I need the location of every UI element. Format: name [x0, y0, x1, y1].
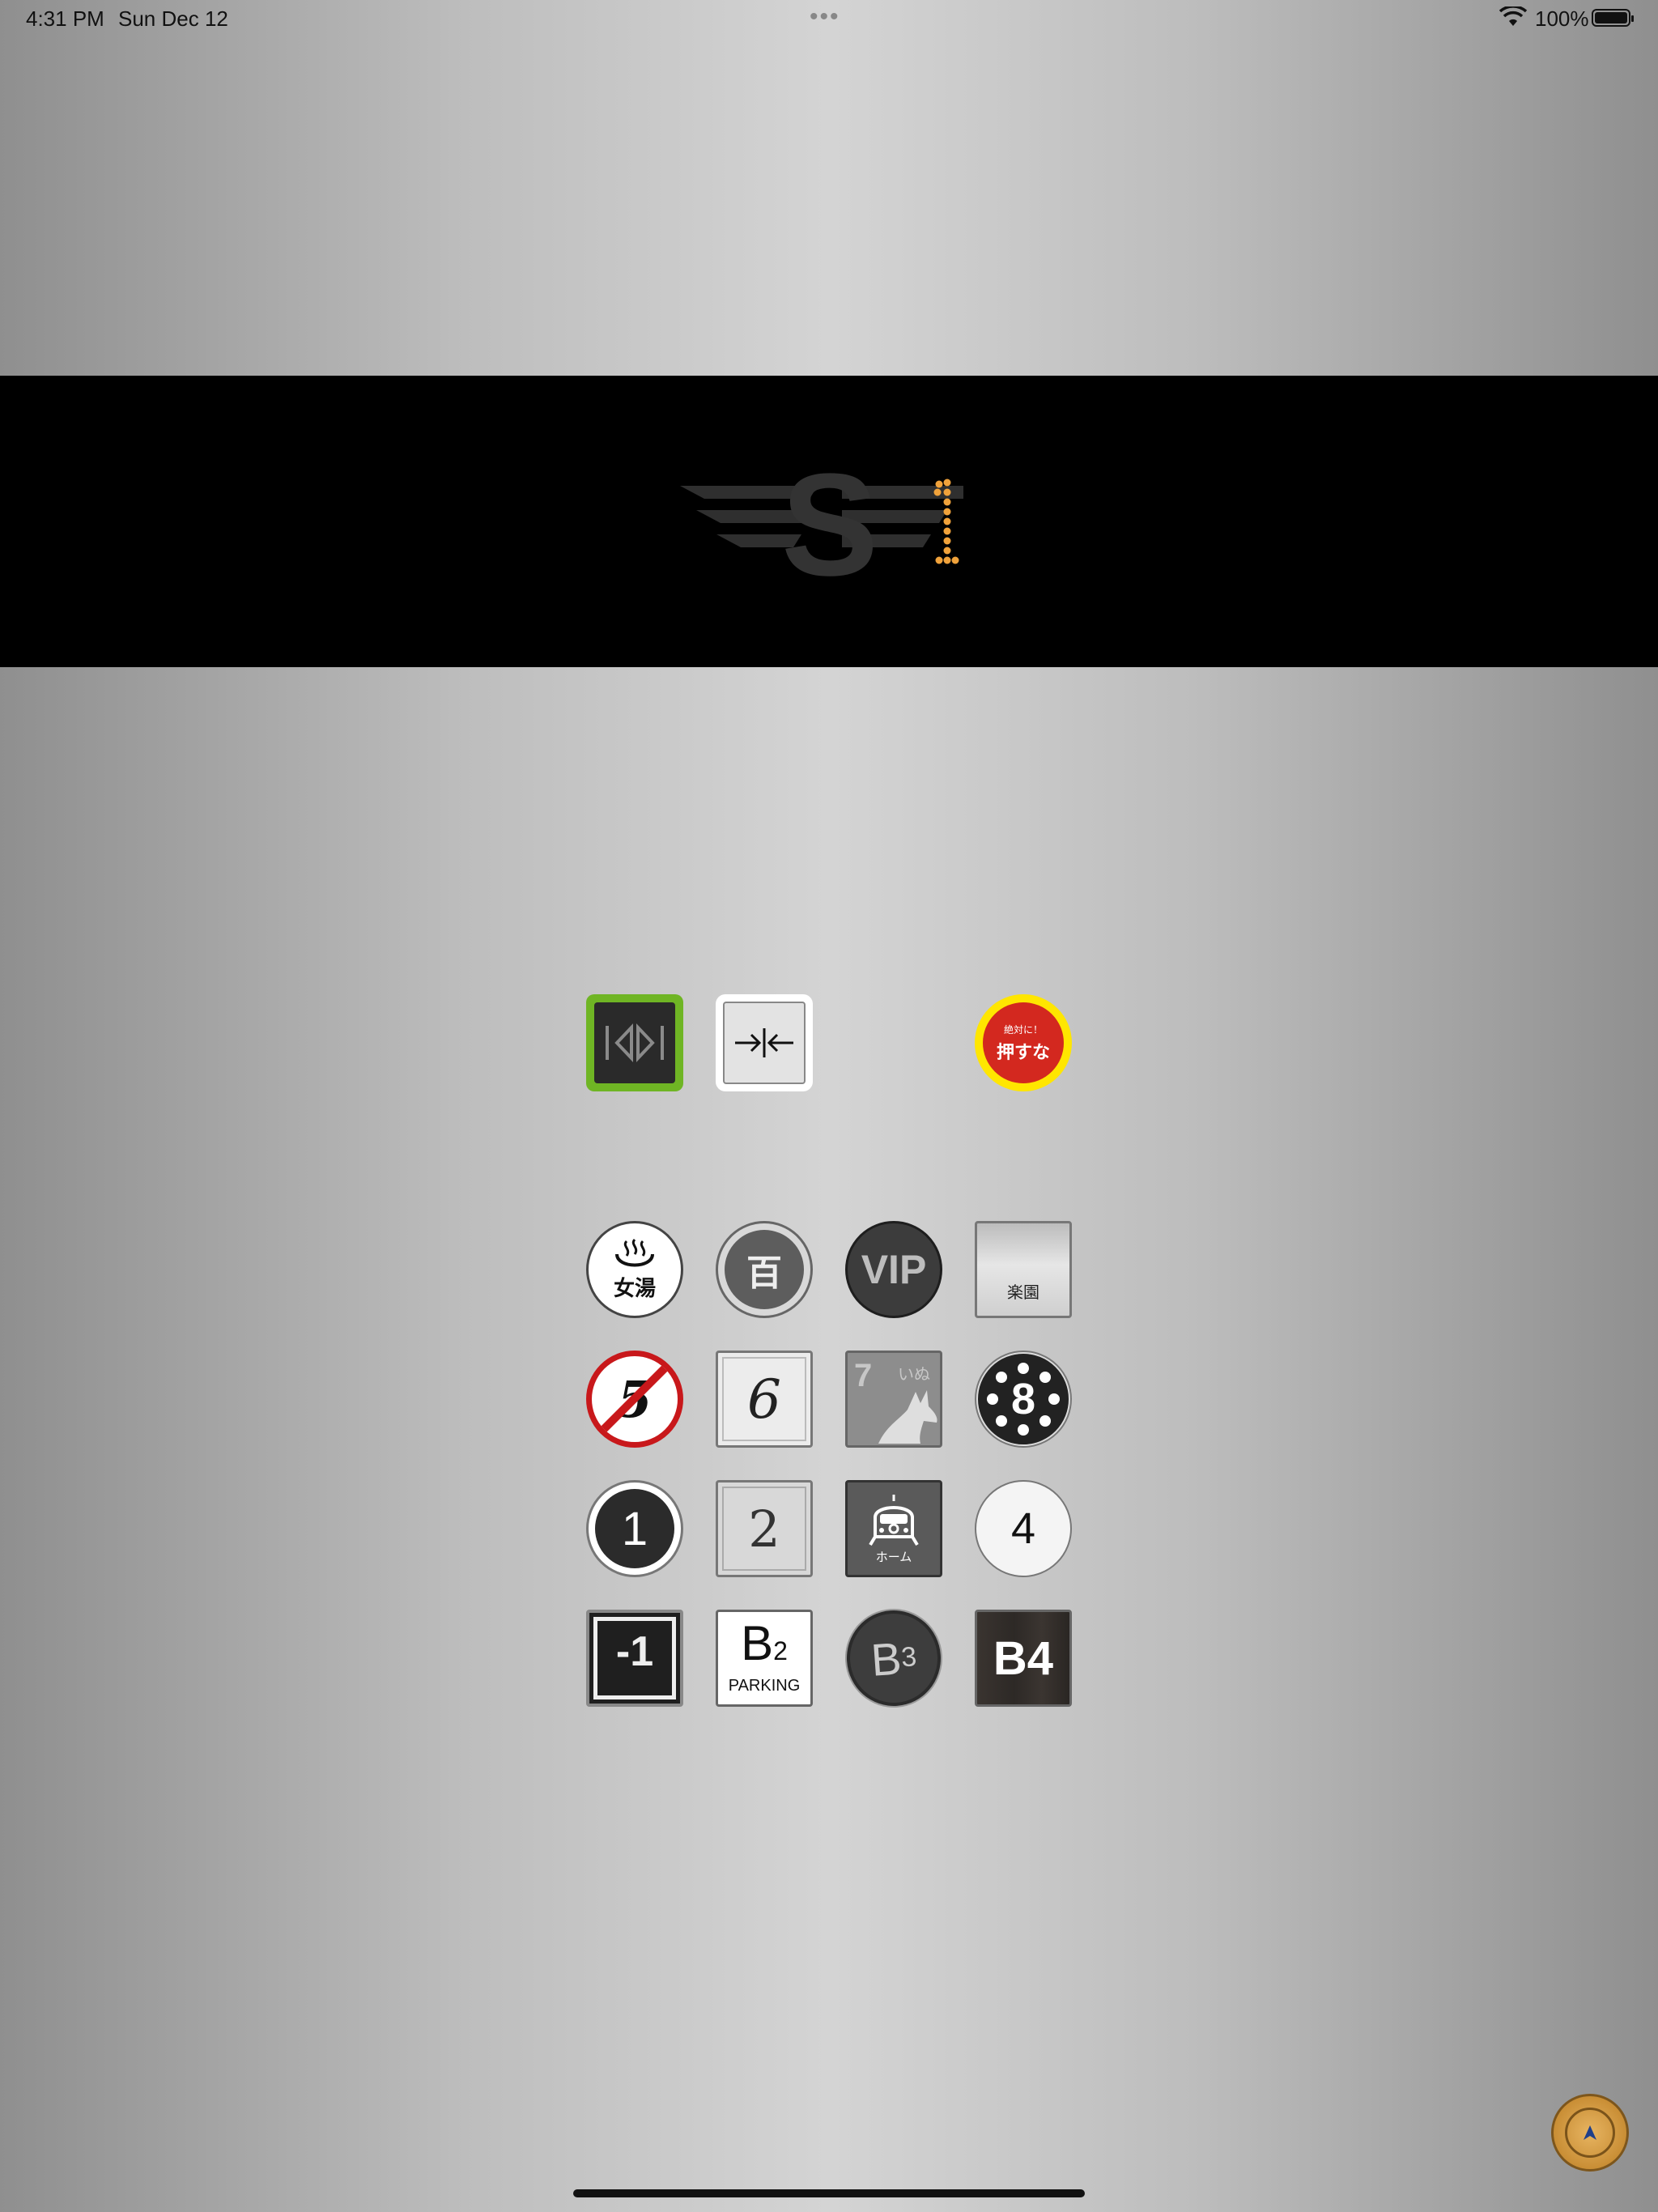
floor-button-home[interactable]: ホーム: [845, 1480, 942, 1577]
floor-button-rakuen[interactable]: 楽園: [975, 1221, 1072, 1318]
floor-button-4[interactable]: 4: [975, 1480, 1072, 1577]
hyaku-label: 百: [725, 1230, 804, 1309]
compass-button[interactable]: [1551, 2094, 1629, 2172]
b3-letter: B: [869, 1631, 903, 1686]
wifi-icon: [1499, 6, 1527, 26]
floor-button-minus-1[interactable]: -1: [586, 1610, 683, 1707]
floor-indicator-value: 1: [976, 502, 977, 504]
dog-icon: [878, 1390, 937, 1444]
floor-button-7[interactable]: 7 いぬ: [845, 1351, 942, 1448]
door-close-button[interactable]: [716, 994, 813, 1091]
floor-button-b4[interactable]: B4: [975, 1610, 1072, 1707]
rakuen-label: 楽園: [1007, 1284, 1039, 1302]
minus-one-label: -1: [593, 1617, 676, 1699]
door-close-icon: [735, 1028, 793, 1057]
status-bar: 4:31 PM Sun Dec 12 ••• 100%: [0, 0, 1658, 39]
b2-letter: B: [741, 1616, 774, 1670]
status-time: 4:31 PM: [26, 6, 104, 31]
onsen-label: 女湯: [613, 1276, 656, 1301]
b2-number: 2: [773, 1636, 788, 1665]
b3-number: 3: [899, 1640, 918, 1673]
floor-button-8[interactable]: 8: [975, 1351, 1072, 1448]
navigation-arrow-icon: [1584, 2125, 1596, 2140]
battery-icon: [1592, 9, 1634, 27]
do-not-press-button[interactable]: 絶対に！ 押すな: [975, 994, 1072, 1091]
battery-percent: 100%: [1535, 6, 1589, 31]
dot-ring-icon: [987, 1363, 1060, 1436]
seven-label: 7: [854, 1358, 873, 1393]
home-indicator[interactable]: [573, 2189, 1085, 2197]
door-open-icon: [606, 1023, 664, 1063]
floor-button-1[interactable]: 1: [586, 1480, 683, 1577]
status-date: Sun Dec 12: [118, 6, 228, 31]
two-label: 2: [748, 1499, 780, 1559]
four-label: 4: [1010, 1504, 1036, 1553]
six-label: 6: [747, 1368, 781, 1431]
floor-button-5[interactable]: 5: [586, 1351, 683, 1448]
one-label: 1: [595, 1489, 674, 1568]
home-label: ホーム: [875, 1550, 912, 1564]
floor-button-6[interactable]: 6: [716, 1351, 813, 1448]
floor-button-onsen[interactable]: 女湯: [586, 1221, 683, 1318]
floor-button-vip[interactable]: VIP: [845, 1221, 942, 1318]
floor-indicator-dots: [933, 479, 959, 564]
train-icon: [869, 1494, 919, 1546]
b4-label: B4: [993, 1631, 1054, 1685]
multitasking-dots-icon[interactable]: •••: [810, 3, 840, 31]
hot-spring-icon: [615, 1238, 654, 1266]
floor-button-2[interactable]: 2: [716, 1480, 813, 1577]
floor-button-b2[interactable]: B2 PARKING: [716, 1610, 813, 1707]
seven-kana-label: いぬ: [898, 1366, 930, 1384]
floor-button-b3[interactable]: B3: [841, 1605, 946, 1712]
b2-caption: PARKING: [728, 1677, 801, 1695]
vip-label: VIP: [861, 1247, 927, 1292]
warning-small-text: 絶対に！: [1003, 1023, 1043, 1036]
floor-button-hyaku[interactable]: 百: [716, 1221, 813, 1318]
logo-letter: S: [781, 453, 878, 591]
door-open-button[interactable]: [586, 994, 683, 1091]
warning-big-text: 押すな: [996, 1041, 1050, 1062]
